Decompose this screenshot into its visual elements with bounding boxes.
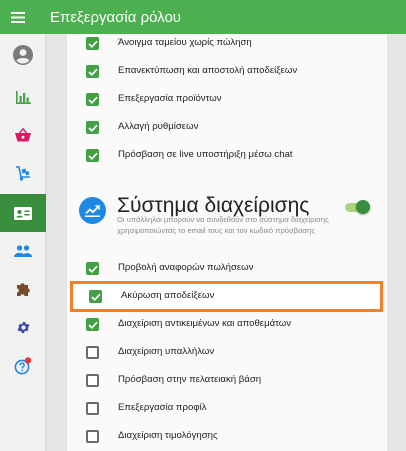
- permission-item: Ακύρωση αποδείξεων: [70, 287, 390, 307]
- backoffice-chart-icon: [79, 197, 106, 224]
- permission-label: Ακύρωση αποδείξεων: [121, 290, 215, 301]
- checkbox[interactable]: [86, 402, 99, 415]
- delivery-cart-icon: [16, 165, 30, 181]
- sidebar-item-help[interactable]: [0, 347, 46, 385]
- checkbox[interactable]: [86, 262, 99, 275]
- people-icon: [14, 245, 32, 257]
- permission-label: Επεξεργασία προφίλ: [118, 402, 207, 413]
- id-card-icon: [14, 206, 32, 220]
- sidebar-item-account[interactable]: [0, 36, 46, 74]
- sidebar-item-inventory[interactable]: [0, 154, 46, 192]
- app-bar: Επεξεργασία ρόλου: [0, 0, 406, 34]
- permission-label: Πρόσβαση στην πελατειακή βάση: [118, 374, 262, 385]
- permission-item: Άνοιγμα ταμείου χωρίς πώληση: [67, 34, 387, 54]
- checkbox[interactable]: [86, 346, 99, 359]
- highlighted-permission: Ακύρωση αποδείξεων: [70, 281, 383, 312]
- permission-item: Διαχείριση τιμολόγησης: [67, 427, 387, 447]
- page-title: Επεξεργασία ρόλου: [50, 8, 181, 26]
- permission-item: Επεξεργασία προφίλ: [67, 399, 387, 419]
- account-circle-icon: [13, 45, 33, 65]
- permission-label: Διαχείριση υπαλλήλων: [118, 346, 215, 357]
- permission-label: Επεξεργασία προϊόντων: [118, 93, 222, 104]
- permission-item: Πρόσβαση σε live υποστήριξη μέσω chat: [67, 146, 387, 166]
- checkbox[interactable]: [86, 430, 99, 443]
- permission-label: Αλλαγή ρυθμίσεων: [118, 121, 199, 132]
- shopping-basket-icon: [15, 128, 31, 142]
- sidebar-item-employees[interactable]: [0, 194, 46, 232]
- section-description: Οι υπάλληλοι μπορούν να συνδεθούν στο σύ…: [117, 215, 329, 235]
- checkbox[interactable]: [86, 37, 99, 50]
- role-editor: Άνοιγμα ταμείου χωρίς πώληση Επανεκτύπωσ…: [46, 34, 406, 451]
- sidebar-item-reports[interactable]: [0, 78, 46, 116]
- sidebar-item-customers[interactable]: [0, 232, 46, 270]
- puzzle-icon: [16, 282, 30, 296]
- checkbox[interactable]: [86, 374, 99, 387]
- permission-item: Επανεκτύπωση και αποστολή αποδείξεων: [67, 62, 387, 82]
- sidebar-item-sales[interactable]: [0, 116, 46, 154]
- sidebar-item-integrations[interactable]: [0, 270, 46, 308]
- sidebar-item-settings[interactable]: [0, 308, 46, 346]
- permission-item: Διαχείριση αντικειμένων και αποθεμάτων: [67, 315, 387, 335]
- permission-item: Προβολή αναφορών πωλήσεων: [67, 259, 387, 279]
- permission-label: Πρόσβαση σε live υποστήριξη μέσω chat: [118, 149, 293, 160]
- permission-label: Διαχείριση αντικειμένων και αποθεμάτων: [118, 318, 292, 329]
- gear-icon: [17, 321, 29, 333]
- bar-chart-icon: [15, 90, 31, 104]
- permission-label: Προβολή αναφορών πωλήσεων: [118, 262, 254, 273]
- checkbox[interactable]: [86, 65, 99, 78]
- checkbox[interactable]: [86, 149, 99, 162]
- permission-item: Αλλαγή ρυθμίσεων: [67, 118, 387, 138]
- checkbox[interactable]: [86, 318, 99, 331]
- permissions-card: Άνοιγμα ταμείου χωρίς πώληση Επανεκτύπωσ…: [67, 34, 387, 451]
- permission-label: Επανεκτύπωση και αποστολή αποδείξεων: [118, 65, 298, 76]
- menu-icon[interactable]: [0, 0, 36, 34]
- permission-item: Επεξεργασία προϊόντων: [67, 90, 387, 110]
- permission-item: Πρόσβαση στην πελατειακή βάση: [67, 371, 387, 391]
- permission-label: Άνοιγμα ταμείου χωρίς πώληση: [118, 37, 252, 48]
- checkbox[interactable]: [89, 290, 102, 303]
- backoffice-toggle[interactable]: [343, 198, 371, 216]
- permission-label: Διαχείριση τιμολόγησης: [118, 430, 218, 441]
- permission-item: Διαχείριση υπαλλήλων: [67, 343, 387, 363]
- toggle-knob: [356, 200, 370, 214]
- help-icon: [14, 357, 32, 375]
- sidebar: [0, 34, 46, 451]
- checkbox[interactable]: [86, 121, 99, 134]
- checkbox[interactable]: [86, 93, 99, 106]
